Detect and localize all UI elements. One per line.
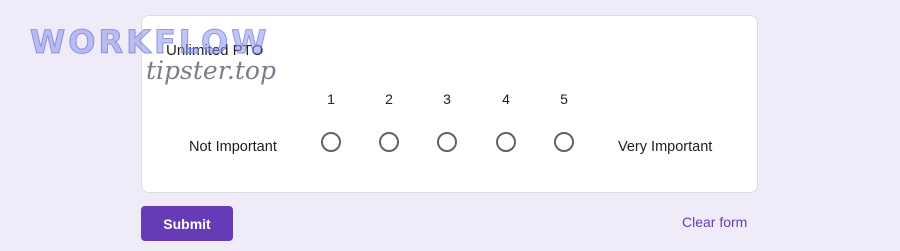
clear-form-link[interactable]: Clear form: [682, 214, 747, 230]
radio-button[interactable]: [554, 132, 574, 152]
option-number: 2: [385, 91, 393, 107]
radio-button[interactable]: [496, 132, 516, 152]
option-number: 3: [443, 91, 451, 107]
radio-button[interactable]: [379, 132, 399, 152]
radio-button[interactable]: [321, 132, 341, 152]
radio-button[interactable]: [437, 132, 457, 152]
scale-option-3[interactable]: 3: [427, 89, 467, 152]
scale-high-label: Very Important: [618, 139, 713, 155]
question-title: Unlimited PTO: [166, 42, 264, 59]
option-number: 1: [327, 91, 335, 107]
option-number: 5: [560, 91, 568, 107]
submit-button[interactable]: Submit: [141, 206, 233, 241]
scale-option-5[interactable]: 5: [544, 89, 584, 152]
scale-option-4[interactable]: 4: [486, 89, 526, 152]
option-number: 4: [502, 91, 510, 107]
scale-option-2[interactable]: 2: [369, 89, 409, 152]
scale-low-label: Not Important: [189, 139, 277, 155]
question-card: Unlimited PTO Not Important 1 2 3 4 5 Ve…: [141, 15, 758, 193]
scale-option-1[interactable]: 1: [311, 89, 351, 152]
